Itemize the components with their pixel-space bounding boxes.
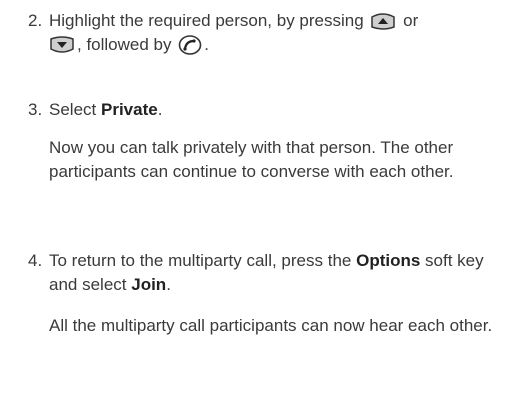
menu-option-join: Join [131, 275, 167, 294]
step-text: Select Private. [49, 100, 163, 119]
menu-option-private: Private [100, 100, 158, 119]
scroll-down-key-icon [49, 35, 75, 55]
step-4: 4. To return to the multiparty call, pre… [28, 249, 508, 297]
step-number: 2. [28, 11, 43, 30]
step-number: 4. [28, 251, 43, 270]
step-number: 3. [28, 100, 43, 119]
call-key-icon [178, 35, 202, 55]
step-4-note: All the multiparty call participants can… [49, 316, 493, 335]
options-soft-key-label: Options [356, 251, 421, 270]
step-3: 3. Select Private. [28, 98, 508, 122]
step-text: To return to the multiparty call, press … [49, 251, 484, 294]
step-text: Highlight the required person, by pressi… [49, 11, 419, 55]
step-3-note: Now you can talk privately with that per… [49, 138, 454, 181]
step-2: 2. Highlight the required person, by pre… [28, 9, 508, 57]
scroll-up-key-icon [370, 11, 396, 31]
